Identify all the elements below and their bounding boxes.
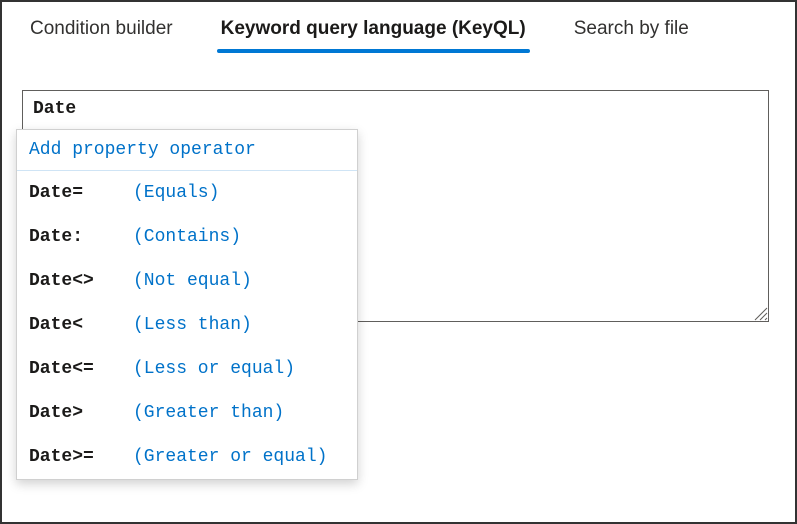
operator-item-greater-or-equal[interactable]: Date>= (Greater or equal) [17, 435, 357, 479]
dropdown-header: Add property operator [17, 130, 357, 171]
query-tabs: Condition builder Keyword query language… [2, 2, 795, 52]
operator-key: Date<= [29, 359, 133, 379]
operator-item-less-than[interactable]: Date< (Less than) [17, 303, 357, 347]
operator-item-equals[interactable]: Date= (Equals) [17, 171, 357, 215]
dropdown-list: Date= (Equals) Date: (Contains) Date<> (… [17, 171, 357, 479]
operator-item-not-equal[interactable]: Date<> (Not equal) [17, 259, 357, 303]
operator-desc: (Less than) [133, 315, 252, 335]
operator-key: Date: [29, 227, 133, 247]
operator-key: Date< [29, 315, 133, 335]
operator-item-contains[interactable]: Date: (Contains) [17, 215, 357, 259]
operator-desc: (Greater or equal) [133, 447, 327, 467]
operator-key: Date<> [29, 271, 133, 291]
operator-item-greater-than[interactable]: Date> (Greater than) [17, 391, 357, 435]
tab-search-by-file[interactable]: Search by file [570, 18, 693, 52]
operator-key: Date>= [29, 447, 133, 467]
operator-suggestions-dropdown: Add property operator Date= (Equals) Dat… [16, 129, 358, 480]
operator-desc: (Greater than) [133, 403, 284, 423]
operator-key: Date> [29, 403, 133, 423]
operator-key: Date= [29, 183, 133, 203]
operator-desc: (Contains) [133, 227, 241, 247]
operator-desc: (Less or equal) [133, 359, 295, 379]
resize-handle-icon[interactable] [752, 305, 768, 321]
operator-desc: (Equals) [133, 183, 219, 203]
query-text-content: Date [33, 99, 76, 119]
operator-item-less-or-equal[interactable]: Date<= (Less or equal) [17, 347, 357, 391]
tab-condition-builder[interactable]: Condition builder [26, 18, 177, 52]
tab-keyql[interactable]: Keyword query language (KeyQL) [217, 18, 530, 52]
operator-desc: (Not equal) [133, 271, 252, 291]
